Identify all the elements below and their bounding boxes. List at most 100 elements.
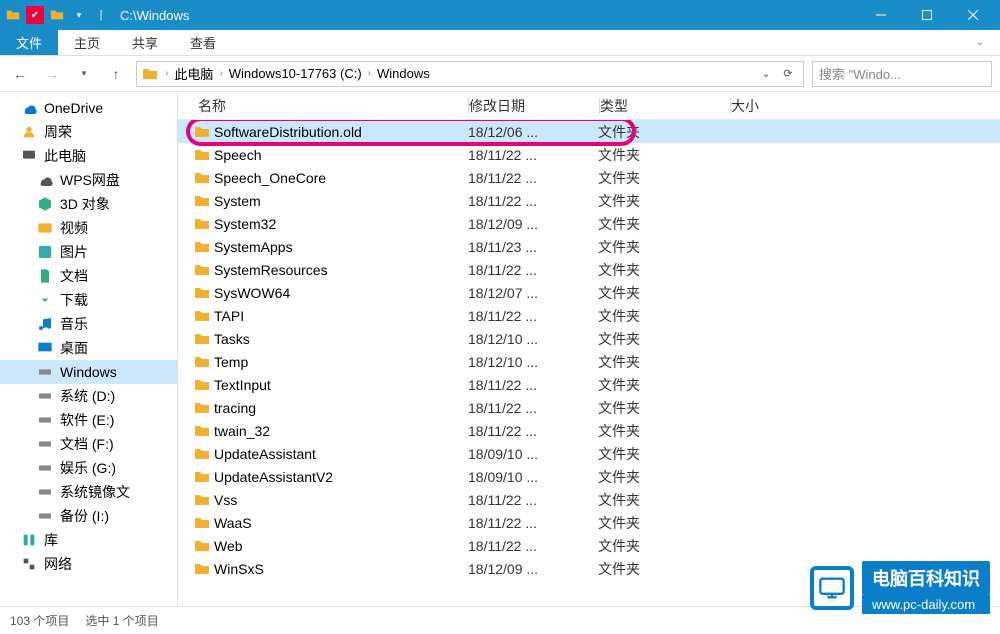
chevron-right-icon[interactable]: › [213,68,228,79]
ribbon-expand-icon[interactable]: ⌄ [960,30,1000,55]
file-name: WinSxS [212,561,468,577]
file-name: TextInput [212,377,468,393]
breadcrumb-dropdown-icon[interactable]: ⌄ [755,67,777,80]
column-date[interactable]: 修改日期 [469,96,599,116]
file-row[interactable]: UpdateAssistantV2 18/09/10 ... 文件夹 [178,465,1000,488]
tree-item[interactable]: 周荣 [0,120,177,144]
tree-item[interactable]: 3D 对象 [0,192,177,216]
file-type: 文件夹 [598,490,728,510]
tree-item[interactable]: 视频 [0,216,177,240]
tree-item[interactable]: 软件 (E:) [0,408,177,432]
file-date: 18/11/22 ... [468,308,598,324]
column-size[interactable]: 大小 [731,96,831,116]
qa-check-icon[interactable]: ✔ [26,6,44,24]
file-row[interactable]: SystemResources 18/11/22 ... 文件夹 [178,258,1000,281]
file-list[interactable]: SoftwareDistribution.old 18/12/06 ... 文件… [178,120,1000,606]
file-type: 文件夹 [598,421,728,441]
tree-item[interactable]: 音乐 [0,312,177,336]
nav-recent-dropdown[interactable]: ▾ [72,62,96,86]
file-row[interactable]: Web 18/11/22 ... 文件夹 [178,534,1000,557]
file-row[interactable]: SysWOW64 18/12/07 ... 文件夹 [178,281,1000,304]
file-row[interactable]: twain_32 18/11/22 ... 文件夹 [178,419,1000,442]
file-row[interactable]: System 18/11/22 ... 文件夹 [178,189,1000,212]
tree-item[interactable]: 备份 (I:) [0,504,177,528]
disk-icon [36,435,54,453]
tree-item[interactable]: Windows [0,360,177,384]
file-row[interactable]: tracing 18/11/22 ... 文件夹 [178,396,1000,419]
folder-icon [192,239,212,255]
tree-item[interactable]: 文档 [0,264,177,288]
file-date: 18/11/22 ... [468,193,598,209]
disk-icon [36,483,54,501]
maximize-button[interactable] [904,0,950,30]
tree-item[interactable]: 娱乐 (G:) [0,456,177,480]
folder-icon [192,423,212,439]
column-headers: 名称 修改日期 类型 大小 [178,92,1000,120]
file-date: 18/11/22 ... [468,423,598,439]
tree-item[interactable]: 库 [0,528,177,552]
file-date: 18/11/22 ... [468,400,598,416]
nav-back-button[interactable]: ← [8,62,32,86]
folder-icon [192,400,212,416]
file-row[interactable]: Speech_OneCore 18/11/22 ... 文件夹 [178,166,1000,189]
file-row[interactable]: Vss 18/11/22 ... 文件夹 [178,488,1000,511]
tree-item[interactable]: 下载 [0,288,177,312]
file-type: 文件夹 [598,467,728,487]
tree-item[interactable]: 图片 [0,240,177,264]
file-type: 文件夹 [598,145,728,165]
breadcrumb-item[interactable]: Windows [377,66,430,81]
breadcrumb-item[interactable]: 此电脑 [174,64,213,83]
file-type: 文件夹 [598,444,728,464]
column-type[interactable]: 类型 [600,96,730,116]
file-row[interactable]: Temp 18/12/10 ... 文件夹 [178,350,1000,373]
refresh-icon[interactable]: ⟳ [777,67,799,80]
tab-home[interactable]: 主页 [58,30,116,55]
tree-item-label: 图片 [60,242,88,262]
file-row[interactable]: TAPI 18/11/22 ... 文件夹 [178,304,1000,327]
tree-item[interactable]: 此电脑 [0,144,177,168]
qa-folder-icon[interactable] [4,6,22,24]
disk-icon [36,363,54,381]
tab-view[interactable]: 查看 [174,30,232,55]
minimize-button[interactable] [858,0,904,30]
file-type: 文件夹 [598,329,728,349]
file-row[interactable]: Tasks 18/12/10 ... 文件夹 [178,327,1000,350]
navigation-tree[interactable]: OneDrive周荣此电脑WPS网盘3D 对象视频图片文档下载音乐桌面Windo… [0,92,178,606]
folder-icon [192,538,212,554]
tree-item[interactable]: 文档 (F:) [0,432,177,456]
tree-item[interactable]: WPS网盘 [0,168,177,192]
file-row[interactable]: System32 18/12/09 ... 文件夹 [178,212,1000,235]
tree-item[interactable]: 系统 (D:) [0,384,177,408]
file-row[interactable]: Speech 18/11/22 ... 文件夹 [178,143,1000,166]
tree-item-label: 备份 (I:) [60,506,109,526]
file-name: Temp [212,354,468,370]
breadcrumb[interactable]: › 此电脑 › Windows10-17763 (C:) › Windows ⌄… [136,61,804,87]
search-input[interactable]: 搜索 "Windo... [812,61,992,87]
nav-up-button[interactable]: ↑ [104,62,128,86]
file-date: 18/11/22 ... [468,492,598,508]
file-row[interactable]: SystemApps 18/11/23 ... 文件夹 [178,235,1000,258]
qa-dropdown-icon[interactable]: ▾ [70,6,88,24]
close-button[interactable] [950,0,996,30]
tree-item[interactable]: 网络 [0,552,177,576]
tree-item[interactable]: OneDrive [0,96,177,120]
file-row[interactable]: WaaS 18/11/22 ... 文件夹 [178,511,1000,534]
tree-item[interactable]: 系统镜像文 [0,480,177,504]
tree-item[interactable]: 桌面 [0,336,177,360]
file-row[interactable]: UpdateAssistant 18/09/10 ... 文件夹 [178,442,1000,465]
file-row[interactable]: SoftwareDistribution.old 18/12/06 ... 文件… [178,120,1000,143]
tab-file[interactable]: 文件 [0,30,58,55]
breadcrumb-item[interactable]: Windows10-17763 (C:) [229,66,362,81]
column-name[interactable]: 名称 [178,96,468,116]
nav-forward-button[interactable]: → [40,62,64,86]
file-date: 18/12/10 ... [468,354,598,370]
qa-folder2-icon[interactable] [48,6,66,24]
lib-icon [20,531,38,549]
file-name: UpdateAssistantV2 [212,469,468,485]
nav-bar: ← → ▾ ↑ › 此电脑 › Windows10-17763 (C:) › W… [0,56,1000,92]
tab-share[interactable]: 共享 [116,30,174,55]
file-row[interactable]: TextInput 18/11/22 ... 文件夹 [178,373,1000,396]
ribbon-tabs: 文件 主页 共享 查看 ⌄ [0,30,1000,56]
chevron-right-icon[interactable]: › [362,68,377,79]
chevron-right-icon[interactable]: › [159,68,174,79]
